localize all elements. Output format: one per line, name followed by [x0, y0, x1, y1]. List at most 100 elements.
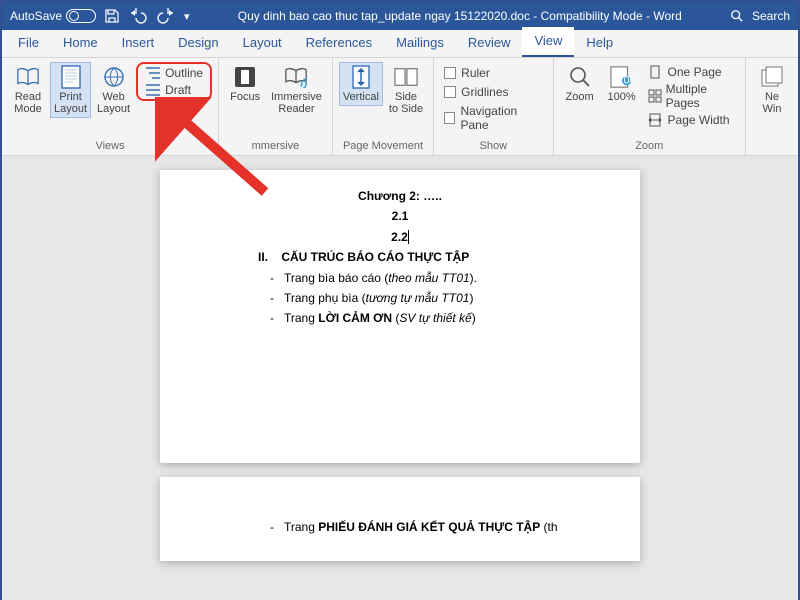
side-to-side-button[interactable]: Side to Side	[385, 62, 427, 118]
gridlines-checkbox[interactable]: Gridlines	[444, 83, 542, 101]
ribbon: Read Mode Print Layout Web Layout Outlin…	[2, 58, 798, 156]
toggle-off-icon	[66, 9, 96, 23]
one-page-label: One Page	[668, 65, 722, 79]
zoom-100-label: 100%	[607, 91, 635, 103]
heading-2-2: 2.2	[220, 227, 580, 247]
focus-icon	[233, 65, 257, 89]
outline-label: Outline	[165, 66, 203, 80]
vertical-icon	[349, 65, 373, 89]
web-layout-button[interactable]: Web Layout	[93, 62, 134, 118]
immersive-reader-button[interactable]: Immersive Reader	[267, 62, 326, 118]
section-heading: II. CẤU TRÚC BÁO CÁO THỰC TẬP	[220, 247, 580, 267]
multiple-pages-label: Multiple Pages	[666, 82, 735, 110]
autosave-label: AutoSave	[10, 9, 62, 23]
new-window-button[interactable]: Ne Win	[752, 62, 792, 118]
title-bar: AutoSave ▾ Quy dinh bao cao thuc tap_upd…	[2, 2, 798, 30]
new-window-icon	[760, 65, 784, 89]
side-to-side-label: Side to Side	[389, 91, 423, 115]
document-title: Quy dinh bao cao thuc tap_update ngay 15…	[190, 9, 730, 23]
document-workspace[interactable]: Chương 2: ….. 2.1 2.2 II. CẤU TRÚC BÁO C…	[2, 156, 798, 600]
print-layout-label: Print Layout	[54, 91, 87, 115]
tab-design[interactable]: Design	[166, 29, 230, 57]
group-window: Ne Win	[746, 58, 798, 155]
navigation-pane-checkbox[interactable]: Navigation Pane	[444, 102, 542, 134]
autosave-toggle[interactable]: AutoSave	[10, 9, 96, 23]
group-zoom-label: Zoom	[560, 138, 739, 155]
focus-label: Focus	[230, 91, 260, 103]
focus-button[interactable]: Focus	[225, 62, 265, 106]
page-width-button[interactable]: Page Width	[644, 112, 739, 128]
one-page-button[interactable]: One Page	[644, 64, 739, 80]
group-window-label	[752, 138, 792, 155]
save-icon[interactable]	[104, 8, 120, 24]
draft-label: Draft	[165, 83, 191, 97]
tab-help[interactable]: Help	[574, 29, 625, 57]
tab-view[interactable]: View	[522, 27, 574, 57]
heading-chuong: Chương 2: …..	[220, 186, 580, 206]
tab-layout[interactable]: Layout	[231, 29, 294, 57]
document-page[interactable]: Trang PHIẾU ĐÁNH GIÁ KẾT QUẢ THỰC TẬP (t…	[160, 477, 640, 561]
list-item: Trang PHIẾU ĐÁNH GIÁ KẾT QUẢ THỰC TẬP (t…	[270, 517, 580, 537]
search-label: Search	[752, 9, 790, 23]
tab-insert[interactable]: Insert	[110, 29, 167, 57]
group-zoom: Zoom 100 100% One Page Multiple Pages Pa…	[554, 58, 746, 155]
tab-references[interactable]: References	[294, 29, 384, 57]
zoom-100-icon: 100	[610, 65, 634, 89]
tab-review[interactable]: Review	[456, 29, 523, 57]
gridlines-label: Gridlines	[461, 85, 508, 99]
svg-text:100: 100	[617, 74, 634, 86]
group-page-movement-label: Page Movement	[339, 138, 427, 155]
read-mode-icon	[16, 65, 40, 89]
zoom-100-button[interactable]: 100 100%	[602, 62, 642, 106]
heading-2-1: 2.1	[220, 206, 580, 226]
ruler-checkbox[interactable]: Ruler	[444, 64, 542, 82]
search-icon	[730, 9, 744, 23]
redo-icon[interactable]	[156, 8, 176, 24]
zoom-label: Zoom	[565, 91, 593, 103]
immersive-reader-label: Immersive Reader	[271, 91, 322, 115]
group-immersive-label: mmersive	[225, 138, 326, 155]
tab-home[interactable]: Home	[51, 29, 110, 57]
print-layout-button[interactable]: Print Layout	[50, 62, 91, 118]
checkbox-icon	[444, 112, 455, 124]
group-views: Read Mode Print Layout Web Layout Outlin…	[2, 58, 219, 155]
list-item: Trang bìa báo cáo (theo mẫu TT01).	[270, 268, 580, 288]
read-mode-button[interactable]: Read Mode	[8, 62, 48, 118]
page-width-label: Page Width	[668, 113, 730, 127]
side-to-side-icon	[394, 65, 418, 89]
vertical-label: Vertical	[343, 91, 379, 103]
new-window-label: Ne Win	[763, 91, 782, 115]
document-page[interactable]: Chương 2: ….. 2.1 2.2 II. CẤU TRÚC BÁO C…	[160, 170, 640, 463]
multiple-pages-icon	[648, 89, 662, 103]
outline-draft-highlight: Outline Draft	[136, 62, 212, 101]
immersive-reader-icon	[284, 65, 308, 89]
vertical-button[interactable]: Vertical	[339, 62, 383, 106]
navpane-label: Navigation Pane	[460, 104, 542, 132]
zoom-icon	[568, 65, 592, 89]
tab-file[interactable]: File	[6, 29, 51, 57]
web-layout-icon	[102, 65, 126, 89]
group-show-label: Show	[440, 138, 546, 155]
ruler-label: Ruler	[461, 66, 490, 80]
ribbon-tabs: File Home Insert Design Layout Reference…	[2, 30, 798, 58]
checkbox-icon	[444, 86, 456, 98]
checkbox-icon	[444, 67, 456, 79]
read-mode-label: Read Mode	[14, 91, 42, 115]
group-show: Ruler Gridlines Navigation Pane Show	[434, 58, 553, 155]
list-item: Trang phụ bìa (tương tự mẫu TT01)	[270, 288, 580, 308]
page-width-icon	[648, 113, 664, 127]
outline-icon	[145, 66, 161, 80]
outline-button[interactable]: Outline	[141, 65, 207, 81]
list-item: Trang LỜI CẢM ƠN (SV tự thiết kế)	[270, 308, 580, 328]
group-immersive: Focus Immersive Reader mmersive	[219, 58, 333, 155]
print-layout-icon	[59, 65, 83, 89]
group-views-label: Views	[8, 138, 212, 155]
zoom-button[interactable]: Zoom	[560, 62, 600, 106]
undo-icon[interactable]	[128, 8, 148, 24]
multiple-pages-button[interactable]: Multiple Pages	[644, 81, 739, 111]
draft-icon	[145, 83, 161, 97]
one-page-icon	[648, 65, 664, 79]
tab-mailings[interactable]: Mailings	[384, 29, 456, 57]
draft-button[interactable]: Draft	[141, 82, 207, 98]
search-box[interactable]: Search	[730, 9, 790, 23]
